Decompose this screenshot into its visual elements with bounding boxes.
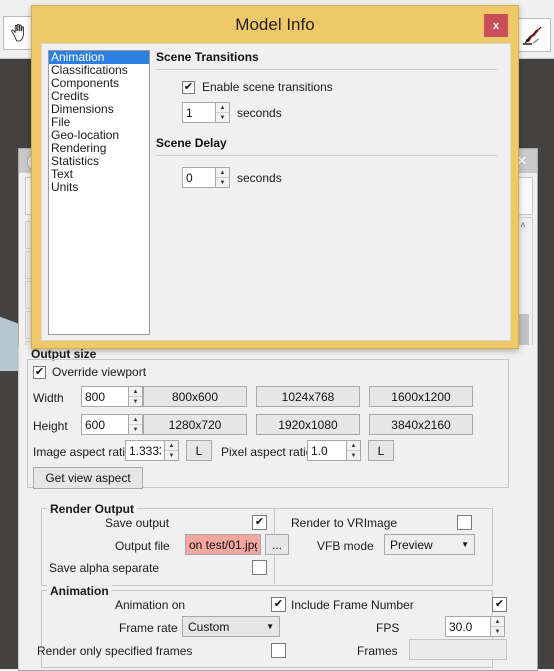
vfb-mode-select[interactable]: Preview ▼ bbox=[384, 534, 475, 555]
enable-scene-transitions-row[interactable]: Enable scene transitions bbox=[182, 80, 501, 94]
fps-label: FPS bbox=[376, 621, 400, 635]
frame-rate-select[interactable]: Custom ▼ bbox=[182, 616, 280, 637]
model-info-category-list[interactable]: Animation Classifications Components Cre… bbox=[48, 50, 150, 335]
width-stepper[interactable]: ▲▼ bbox=[81, 386, 143, 407]
fps-spinner[interactable]: ▲ ▼ bbox=[491, 616, 505, 637]
vfb-mode-value: Preview bbox=[390, 537, 433, 552]
frame-rate-value: Custom bbox=[188, 619, 230, 634]
model-info-body: Animation Classifications Components Cre… bbox=[41, 43, 511, 341]
transition-seconds-row[interactable]: ▲▼ seconds bbox=[182, 102, 501, 123]
render-vrimage-label: Render to VRImage bbox=[291, 516, 398, 530]
override-viewport-label: Override viewport bbox=[52, 365, 147, 379]
enable-scene-transitions-checkbox[interactable] bbox=[182, 80, 195, 94]
save-output-checkbox[interactable] bbox=[252, 515, 267, 530]
frame-rate-label: Frame rate bbox=[119, 621, 178, 635]
transition-seconds-spinner[interactable]: ▲ ▼ bbox=[216, 102, 230, 123]
image-aspect-input[interactable] bbox=[125, 440, 165, 461]
divider bbox=[156, 69, 497, 70]
width-input[interactable] bbox=[81, 386, 129, 407]
preset-800x600-button[interactable]: 800x600 bbox=[143, 386, 247, 407]
save-alpha-label: Save alpha separate bbox=[49, 561, 160, 575]
preset-1024x768-button[interactable]: 1024x768 bbox=[256, 386, 360, 407]
divider bbox=[508, 359, 509, 487]
override-viewport-row[interactable]: Override viewport bbox=[33, 365, 146, 379]
pixel-aspect-lock-button[interactable]: L bbox=[368, 440, 394, 461]
model-info-dialog: Model Info x Animation Classifications C… bbox=[31, 5, 519, 349]
model-info-close-button[interactable]: x bbox=[484, 14, 508, 37]
pixel-aspect-input[interactable] bbox=[307, 440, 347, 461]
frames-input[interactable] bbox=[409, 639, 507, 660]
height-stepper[interactable]: ▲▼ bbox=[81, 414, 143, 435]
preset-1600x1200-button[interactable]: 1600x1200 bbox=[369, 386, 473, 407]
output-file-input[interactable] bbox=[185, 534, 261, 555]
image-aspect-lock-button[interactable]: L bbox=[186, 440, 212, 461]
fps-input[interactable] bbox=[445, 616, 491, 637]
width-spinner[interactable]: ▲ ▼ bbox=[129, 386, 143, 407]
output-file-browse-button[interactable]: ... bbox=[265, 534, 289, 555]
preset-3840x2160-button[interactable]: 3840x2160 bbox=[369, 414, 473, 435]
animation-on-checkbox[interactable] bbox=[271, 597, 286, 612]
output-file-label: Output file bbox=[115, 539, 170, 553]
fps-stepper[interactable]: ▲▼ bbox=[445, 616, 505, 637]
image-aspect-spinner[interactable]: ▲ ▼ bbox=[165, 440, 179, 461]
preset-1920x1080-button[interactable]: 1920x1080 bbox=[256, 414, 360, 435]
scene-delay-seconds-spinner[interactable]: ▲ ▼ bbox=[216, 167, 230, 188]
divider bbox=[27, 359, 509, 360]
transition-seconds-input[interactable] bbox=[182, 102, 216, 123]
animation-legend: Animation bbox=[47, 584, 112, 598]
get-view-aspect-button[interactable]: Get view aspect bbox=[33, 467, 143, 489]
scene-delay-seconds-label: seconds bbox=[237, 170, 282, 185]
image-aspect-label: Image aspect ratio bbox=[33, 445, 132, 459]
pixel-aspect-spinner[interactable]: ▲ ▼ bbox=[347, 440, 361, 461]
enable-scene-transitions-label: Enable scene transitions bbox=[202, 80, 333, 94]
render-output-legend: Render Output bbox=[47, 502, 137, 516]
vfb-mode-label: VFB mode bbox=[317, 539, 374, 553]
height-spinner[interactable]: ▲ ▼ bbox=[129, 414, 143, 435]
frames-label: Frames bbox=[357, 644, 398, 658]
preset-1280x720-button[interactable]: 1280x720 bbox=[143, 414, 247, 435]
chevron-down-icon: ▼ bbox=[266, 622, 274, 631]
freehand-spline-icon[interactable] bbox=[517, 18, 551, 52]
chevron-down-icon: ▼ bbox=[461, 540, 469, 549]
override-viewport-checkbox[interactable] bbox=[33, 365, 46, 379]
divider bbox=[27, 359, 28, 487]
height-input[interactable] bbox=[81, 414, 129, 435]
transition-seconds-label: seconds bbox=[237, 105, 282, 120]
divider bbox=[156, 155, 497, 156]
model-info-detail-pane: Scene Transitions Enable scene transitio… bbox=[156, 50, 501, 333]
render-only-frames-label: Render only specified frames bbox=[37, 644, 193, 658]
scene-delay-heading: Scene Delay bbox=[156, 136, 227, 150]
include-frame-number-label: Include Frame Number bbox=[291, 598, 414, 612]
render-vrimage-checkbox[interactable] bbox=[457, 515, 472, 530]
render-settings-panel: Output size Override viewport Width ▲▼ H… bbox=[18, 345, 537, 669]
model-info-title: Model Info bbox=[235, 15, 315, 34]
animation-on-label: Animation on bbox=[115, 598, 186, 612]
render-only-frames-checkbox[interactable] bbox=[271, 643, 286, 658]
scene-delay-seconds-row[interactable]: ▲▼ seconds bbox=[182, 167, 501, 188]
height-label: Height bbox=[33, 419, 68, 433]
pixel-aspect-label: Pixel aspect ratio bbox=[221, 445, 313, 459]
sidebar-item-units[interactable]: Units bbox=[49, 181, 149, 194]
include-frame-number-checkbox[interactable] bbox=[492, 597, 507, 612]
scene-transitions-heading: Scene Transitions bbox=[156, 50, 259, 64]
save-alpha-checkbox[interactable] bbox=[252, 560, 267, 575]
scene-delay-seconds-input[interactable] bbox=[182, 167, 216, 188]
save-output-label: Save output bbox=[105, 516, 170, 530]
width-label: Width bbox=[33, 391, 64, 405]
pixel-aspect-stepper[interactable]: ▲▼ bbox=[307, 440, 361, 461]
image-aspect-stepper[interactable]: ▲▼ bbox=[125, 440, 179, 461]
